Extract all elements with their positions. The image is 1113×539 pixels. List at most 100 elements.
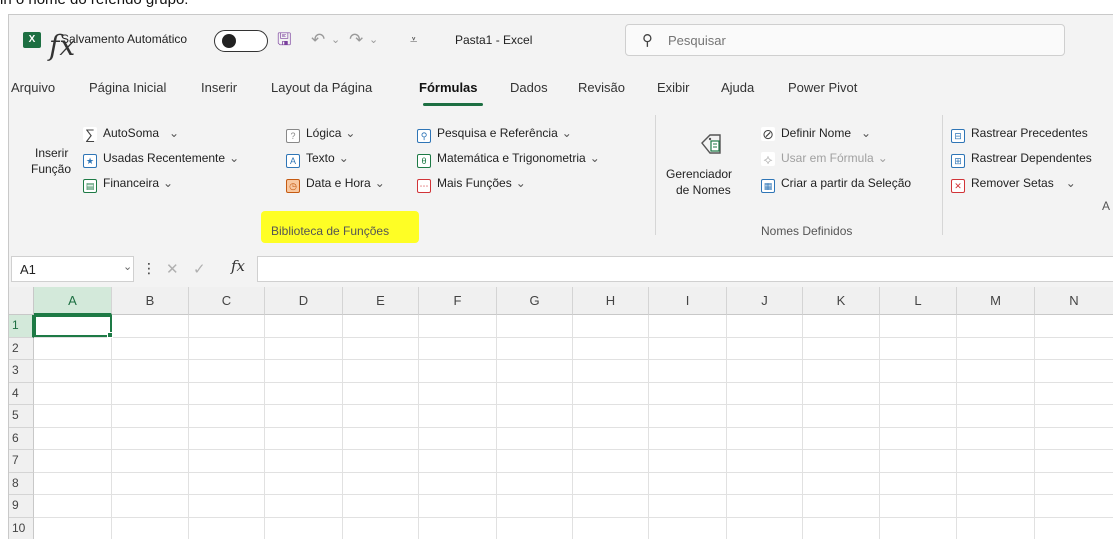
grid-line (34, 404, 1113, 405)
trace-dependents-button[interactable]: ⊞ Rastrear Dependentes (951, 151, 1092, 168)
use-in-formula-button[interactable]: ⟡ Usar em Fórmula ⌄ (761, 151, 888, 166)
tab-ajuda[interactable]: Ajuda (721, 80, 754, 95)
math-trig-button[interactable]: θ Matemática e Trigonometria ⌄ (417, 151, 600, 168)
row-header-5[interactable]: 5 (9, 405, 34, 428)
row-header-8[interactable]: 8 (9, 472, 34, 495)
tab-power-pivot[interactable]: Power Pivot (788, 80, 857, 95)
tab-formulas[interactable]: Fórmulas (419, 80, 478, 95)
customize-quick-access-icon[interactable]: ⩡ (410, 28, 417, 52)
tab-pagina-inicial[interactable]: Página Inicial (89, 80, 166, 95)
fill-handle[interactable] (107, 332, 113, 338)
tab-revisao[interactable]: Revisão (578, 80, 625, 95)
save-icon[interactable]: 🖫 (277, 28, 291, 52)
remove-arrows-icon: ✕ (951, 179, 965, 193)
chevron-down-icon: ⌄ (229, 151, 240, 165)
define-name-button[interactable]: ⊘ Definir Nome ⌄ (761, 126, 871, 141)
column-header-g[interactable]: G (497, 287, 573, 315)
column-header-i[interactable]: I (649, 287, 727, 315)
column-header-m[interactable]: M (957, 287, 1035, 315)
row-header-7[interactable]: 7 (9, 450, 34, 473)
row-header-6[interactable]: 6 (9, 427, 34, 450)
redo-icon[interactable]: ↷ (349, 28, 363, 52)
more-functions-icon: ⋯ (417, 179, 431, 193)
trace-precedents-icon: ⊟ (951, 129, 965, 143)
column-header-j[interactable]: J (727, 287, 803, 315)
select-all-corner[interactable] (9, 287, 34, 315)
formula-input[interactable] (257, 256, 1113, 282)
active-cell-a1[interactable] (34, 315, 112, 337)
name-box-chevron-icon[interactable]: ⌄ (123, 260, 132, 273)
insert-function-fx-icon[interactable]: fx (231, 257, 245, 275)
undo-dropdown-icon[interactable]: ⌄ (331, 28, 340, 52)
tab-inserir[interactable]: Inserir (201, 80, 237, 95)
column-header-h[interactable]: H (573, 287, 649, 315)
grid-line (34, 359, 1113, 360)
column-header-k[interactable]: K (803, 287, 880, 315)
excel-window: X Salvamento Automático 🖫 ↶ ⌄ ↷ ⌄ ⩡ Past… (8, 14, 1113, 539)
grid-line (34, 336, 1113, 338)
create-from-selection-label: Criar a partir da Seleção (781, 176, 912, 190)
remove-arrows-button[interactable]: ✕ Remover Setas ⌄ (951, 176, 1076, 193)
text-button[interactable]: A Texto ⌄ (286, 151, 349, 168)
chevron-down-icon: ⌄ (169, 126, 180, 140)
row-header-4[interactable]: 4 (9, 382, 34, 405)
insert-function-icon[interactable]: fx (49, 29, 75, 62)
tab-layout-da-pagina[interactable]: Layout da Página (271, 80, 372, 95)
search-box[interactable]: ⚲ (625, 24, 1065, 56)
cancel-icon[interactable]: ✕ (166, 260, 179, 278)
column-header-e[interactable]: E (343, 287, 419, 315)
logical-button[interactable]: ? Lógica ⌄ (286, 126, 355, 143)
row-header-3[interactable]: 3 (9, 360, 34, 383)
column-header-l[interactable]: L (880, 287, 957, 315)
defined-names-group-label: Nomes Definidos (761, 224, 853, 238)
search-input[interactable] (668, 30, 1048, 50)
insert-function-label-1[interactable]: Inserir (35, 146, 68, 160)
name-box[interactable]: A1 (11, 256, 134, 282)
column-header-d[interactable]: D (265, 287, 343, 315)
column-header-n[interactable]: N (1035, 287, 1113, 315)
column-header-f[interactable]: F (419, 287, 497, 315)
use-in-formula-icon: ⟡ (761, 152, 775, 166)
spreadsheet-grid[interactable]: A B C D E F G H I J K L M N 1 2 3 4 5 6 7 8 9 10 (9, 287, 1113, 539)
create-from-selection-button[interactable]: ▦ Criar a partir da Seleção (761, 176, 911, 193)
trace-dependents-icon: ⊞ (951, 154, 965, 168)
math-trig-label: Matemática e Trigonometria (437, 151, 586, 165)
row-header-1[interactable]: 1 (9, 315, 34, 338)
excel-app-icon: X (23, 32, 41, 48)
trace-dependents-label: Rastrear Dependentes (971, 151, 1092, 165)
lookup-reference-button[interactable]: ⚲ Pesquisa e Referência ⌄ (417, 126, 572, 143)
math-book-icon: θ (417, 154, 431, 168)
redo-dropdown-icon[interactable]: ⌄ (369, 28, 378, 52)
insert-function-label-2[interactable]: Função (31, 162, 71, 176)
chevron-down-icon: ⌄ (374, 176, 385, 190)
row-header-10[interactable]: 10 (9, 517, 34, 539)
column-header-c[interactable]: C (189, 287, 265, 315)
column-header-b[interactable]: B (112, 287, 189, 315)
tab-exibir[interactable]: Exibir (657, 80, 690, 95)
row-header-9[interactable]: 9 (9, 495, 34, 518)
tab-arquivo[interactable]: Arquivo (11, 80, 55, 95)
row-header-2[interactable]: 2 (9, 337, 34, 360)
column-header-a[interactable]: A (34, 287, 112, 315)
lookup-reference-label: Pesquisa e Referência (437, 126, 558, 140)
define-name-label: Definir Nome (781, 126, 852, 140)
trace-precedents-button[interactable]: ⊟ Rastrear Precedentes (951, 126, 1088, 143)
datetime-button[interactable]: ◷ Data e Hora ⌄ (286, 176, 385, 193)
enter-icon[interactable]: ✓ (193, 260, 206, 278)
financial-button[interactable]: ▤ Financeira ⌄ (83, 176, 173, 193)
grid-line (34, 381, 1113, 383)
name-manager-label-2[interactable]: de Nomes (676, 183, 731, 197)
financial-label: Financeira (103, 176, 160, 190)
name-manager-label-1[interactable]: Gerenciador (666, 167, 732, 181)
name-manager-icon[interactable] (696, 129, 726, 159)
chevron-down-icon: ⌄ (589, 151, 600, 165)
lookup-book-icon: ⚲ (417, 129, 431, 143)
recently-used-button[interactable]: ★ Usadas Recentemente ⌄ (83, 151, 239, 168)
more-functions-button[interactable]: ⋯ Mais Funções ⌄ (417, 176, 526, 193)
more-options-icon[interactable]: ⋮ (142, 260, 156, 277)
group-separator (942, 115, 943, 235)
tab-dados[interactable]: Dados (510, 80, 548, 95)
autosave-toggle[interactable] (214, 30, 268, 52)
autosum-button[interactable]: ∑ AutoSoma ⌄ (83, 126, 179, 141)
undo-icon[interactable]: ↶ (311, 28, 325, 52)
